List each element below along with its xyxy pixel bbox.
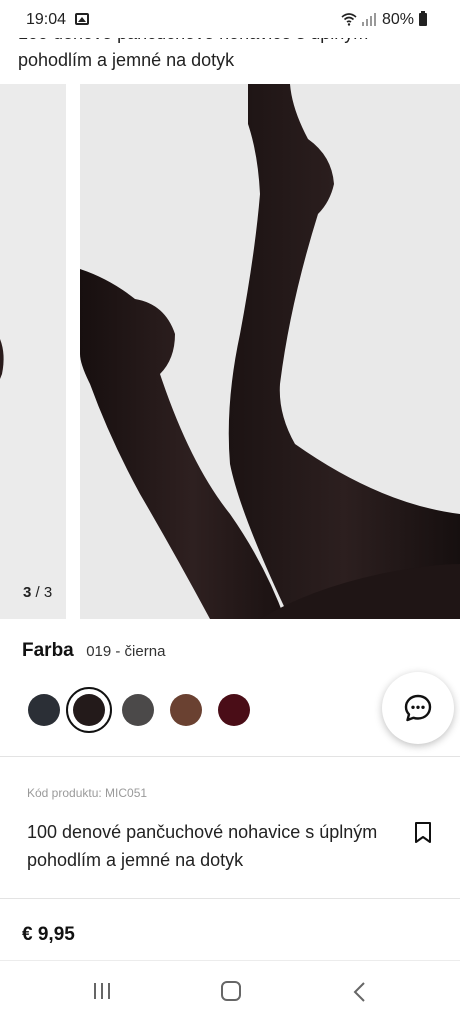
- slide-current-number: 3: [23, 584, 32, 601]
- previous-slide-leg-image: [0, 339, 4, 379]
- back-icon[interactable]: [352, 981, 366, 1003]
- slide-counter-separator: /: [35, 584, 40, 601]
- home-icon[interactable]: [221, 981, 241, 1001]
- previous-slide-image[interactable]: [0, 84, 66, 619]
- bookmark-icon[interactable]: [413, 821, 433, 845]
- color-heading: Farba 019 - čierna: [22, 640, 165, 662]
- product-name: 100 denové pančuchové nohavice s úplným …: [27, 822, 378, 870]
- image-notification-icon: [75, 13, 89, 25]
- slide-total-number: 3: [43, 584, 53, 601]
- product-code: Kód produktu: MIC051: [27, 786, 148, 800]
- color-label: Farba: [22, 640, 74, 661]
- color-swatch-black[interactable]: [73, 694, 105, 726]
- product-image-gallery[interactable]: 3 / 3: [0, 84, 460, 619]
- battery-icon: [419, 11, 427, 26]
- chat-button[interactable]: [382, 672, 454, 744]
- section-divider: [0, 898, 460, 899]
- section-divider: [0, 756, 460, 757]
- battery-percentage: 80%: [382, 11, 415, 28]
- slide-counter: 3 / 3: [23, 584, 52, 601]
- status-bar: 19:04 80%: [0, 0, 460, 38]
- selected-color-name: 019 - čierna: [86, 643, 166, 660]
- chat-bubble-icon: [404, 694, 432, 722]
- color-swatch-navy-black[interactable]: [28, 694, 60, 726]
- black-tights-legs-image: [80, 84, 460, 619]
- signal-icon: [362, 13, 376, 26]
- product-price: € 9,95: [22, 924, 75, 945]
- color-swatch-graphite[interactable]: [122, 694, 154, 726]
- current-slide-image[interactable]: [80, 84, 460, 619]
- recent-apps-icon[interactable]: [92, 982, 112, 1000]
- system-navigation-bar: [0, 960, 460, 1022]
- status-time: 19:04: [26, 11, 67, 28]
- wifi-icon: [341, 13, 357, 26]
- color-swatch-burgundy[interactable]: [218, 694, 250, 726]
- color-swatch-brown[interactable]: [170, 694, 202, 726]
